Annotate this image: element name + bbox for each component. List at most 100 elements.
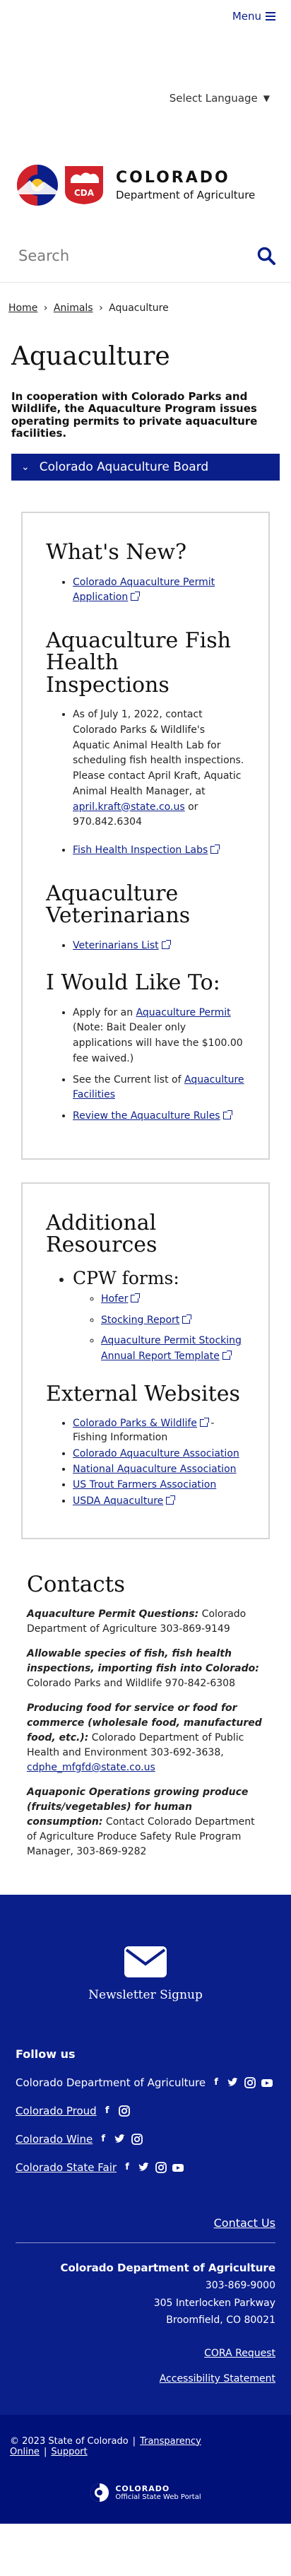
cpw-link[interactable]: Colorado Parks & Wildlife xyxy=(73,1418,197,1429)
support-link[interactable]: Support xyxy=(51,2447,87,2457)
menu-label: Menu xyxy=(232,10,261,23)
external-link-icon xyxy=(222,1350,232,1360)
list-item: Colorado Aquaculture Association xyxy=(73,1447,245,1461)
twitter-icon[interactable] xyxy=(138,2161,150,2174)
external-link-icon xyxy=(182,1314,192,1324)
colorado-c-logo-icon xyxy=(90,2483,109,2502)
facebook-icon[interactable]: f xyxy=(210,2076,222,2089)
instagram-icon[interactable] xyxy=(155,2161,167,2174)
social-name[interactable]: Colorado Department of Agriculture xyxy=(16,2076,206,2089)
colorado-c-logo-icon xyxy=(17,165,58,206)
aquaculture-permit-link[interactable]: Aquaculture Permit xyxy=(136,1007,231,1018)
menu-button[interactable]: Menu xyxy=(232,10,275,23)
external-link-icon xyxy=(166,1495,176,1505)
facebook-icon[interactable]: f xyxy=(97,2133,109,2146)
social-row-state-fair: Colorado State Fair f xyxy=(16,2161,275,2174)
veterinarians-heading: Aquaculture Veterinarians xyxy=(46,881,191,929)
language-label: Select Language xyxy=(169,92,258,105)
follow-heading: Follow us xyxy=(16,2047,76,2061)
cpw-forms-list: Hofer Stocking Report Aquaculture Permit… xyxy=(101,1292,245,1365)
twitter-icon[interactable] xyxy=(114,2133,126,2146)
vets-list: Veterinarians List xyxy=(73,939,245,954)
social-name[interactable]: Colorado Proud xyxy=(16,2105,97,2117)
permit-application-link[interactable]: Colorado Aquaculture Permit Application xyxy=(73,577,215,604)
cdphe-email-link[interactable]: cdphe_mfgfd@state.co.us xyxy=(27,1762,155,1773)
accessibility-link[interactable]: Accessibility Statement xyxy=(160,2373,275,2384)
external-link-icon xyxy=(161,939,171,949)
accordion-aquaculture-board[interactable]: ⌄ Colorado Aquaculture Board xyxy=(11,454,280,481)
portal-subtitle: Official State Web Portal xyxy=(115,2493,201,2501)
instagram-icon[interactable] xyxy=(118,2105,131,2117)
list-item: Stocking Report xyxy=(101,1313,245,1329)
page-intro: In cooperation with Colorado Parks and W… xyxy=(11,390,258,440)
review-rules-link[interactable]: Review the Aquaculture Rules xyxy=(73,1110,220,1122)
instagram-icon[interactable] xyxy=(131,2133,143,2146)
list-item: Colorado Parks & Wildlife - Fishing Info… xyxy=(73,1416,245,1445)
contact-item: Aquaponic Operations growing produce (fr… xyxy=(27,1785,264,1859)
social-row-proud: Colorado Proud f xyxy=(16,2105,275,2117)
external-link[interactable]: US Trout Farmers Association xyxy=(73,1479,216,1490)
breadcrumb-current: Aquaculture xyxy=(109,302,169,314)
portal-title: COLORADO xyxy=(115,2483,170,2493)
hofer-form-link[interactable]: Hofer xyxy=(101,1293,128,1305)
instagram-icon[interactable] xyxy=(244,2076,256,2089)
annual-report-template-link[interactable]: Aquaculture Permit Stocking Annual Repor… xyxy=(101,1335,242,1362)
accordion-label: Colorado Aquaculture Board xyxy=(39,460,209,474)
newsletter-signup[interactable]: Newsletter Signup xyxy=(0,1946,291,2002)
list-item: CPW forms: Hofer Stocking Report Aquacul… xyxy=(73,1268,245,1365)
breadcrumb-home[interactable]: Home xyxy=(8,302,37,314)
language-row: Select Language ▼ xyxy=(0,86,291,129)
search-bar xyxy=(0,229,291,283)
footer-bottom: © 2023 State of Colorado | Transparency On… xyxy=(0,2414,291,2524)
link-text: Colorado Aquaculture Permit Application xyxy=(73,576,215,604)
whats-new-list: Colorado Aquaculture Permit Application xyxy=(73,575,245,606)
state-portal-logo[interactable]: COLORADO Official State Web Portal xyxy=(10,2483,281,2503)
social-name[interactable]: Colorado Wine xyxy=(16,2133,93,2146)
contact-label: Allowable species of fish, fish health i… xyxy=(27,1647,259,1674)
cda-badge-text: CDA xyxy=(74,188,95,198)
facebook-icon[interactable]: f xyxy=(101,2105,114,2117)
breadcrumb-animals[interactable]: Animals xyxy=(54,302,93,314)
external-websites-heading: External Websites xyxy=(46,1381,240,1406)
facebook-icon[interactable]: f xyxy=(121,2161,133,2174)
logo-state: COLORADO xyxy=(116,169,230,187)
footer-city: Broomfield, CO 80021 xyxy=(166,2315,275,2327)
site-logo[interactable]: CDA COLORADO Department of Agriculture xyxy=(0,150,291,220)
social-name[interactable]: Colorado State Fair xyxy=(16,2161,117,2174)
april-kraft-email-link[interactable]: april.kraft@state.co.us xyxy=(73,801,185,813)
footer-links: CORA Request Accessibility Statement xyxy=(16,2345,275,2388)
twitter-icon[interactable] xyxy=(227,2076,239,2089)
fish-health-text: As of July 1, 2022, contact Colorado Par… xyxy=(73,709,244,797)
search-icon[interactable] xyxy=(257,247,275,265)
external-link[interactable]: Colorado Aquaculture Association xyxy=(73,1448,239,1459)
language-select[interactable]: Select Language ▼ xyxy=(170,92,270,105)
external-link[interactable]: National Aquaculture Association xyxy=(73,1464,237,1475)
veterinarians-list-link[interactable]: Veterinarians List xyxy=(73,940,159,951)
whats-new-heading: What's New? xyxy=(46,540,187,565)
list-item: National Aquaculture Association xyxy=(73,1462,245,1476)
contact-text: Colorado Parks and Wildlife 970-842-6308 xyxy=(27,1677,235,1689)
footer-address: Colorado Department of Agriculture 303-8… xyxy=(0,2259,291,2388)
contact-us-link[interactable]: Contact Us xyxy=(214,2216,275,2230)
cda-badge-icon: CDA xyxy=(65,166,103,204)
youtube-icon[interactable] xyxy=(172,2161,184,2174)
contact-item: Aquaculture Permit Questions: Colorado D… xyxy=(27,1607,264,1637)
fish-health-labs-link[interactable]: Fish Health Inspection Labs xyxy=(73,845,208,856)
youtube-icon[interactable] xyxy=(261,2076,273,2089)
breadcrumb-separator: › xyxy=(99,302,103,314)
list-item: Hofer xyxy=(101,1292,245,1307)
external-link[interactable]: USDA Aquaculture xyxy=(73,1495,163,1507)
apply-prefix: Apply for an xyxy=(73,1006,136,1018)
copyright-row: © 2023 State of Colorado | Transparency On… xyxy=(10,2436,281,2457)
cora-request-link[interactable]: CORA Request xyxy=(204,2348,275,2359)
follow-us: Follow us Colorado Department of Agricul… xyxy=(0,2047,291,2174)
list-item: Aquaculture Permit Stocking Annual Repor… xyxy=(101,1334,245,1364)
divider: | xyxy=(43,2446,47,2457)
footer-org: Colorado Department of Agriculture xyxy=(60,2261,275,2274)
list-item: Review the Aquaculture Rules xyxy=(73,1109,245,1124)
list-item: Fish Health Inspection Labs xyxy=(73,843,245,859)
fish-health-heading: Aquaculture Fish Health Inspections xyxy=(46,628,231,698)
breadcrumb: Home › Animals › Aquaculture xyxy=(0,302,291,314)
search-input[interactable] xyxy=(18,247,257,264)
stocking-report-link[interactable]: Stocking Report xyxy=(101,1315,179,1326)
